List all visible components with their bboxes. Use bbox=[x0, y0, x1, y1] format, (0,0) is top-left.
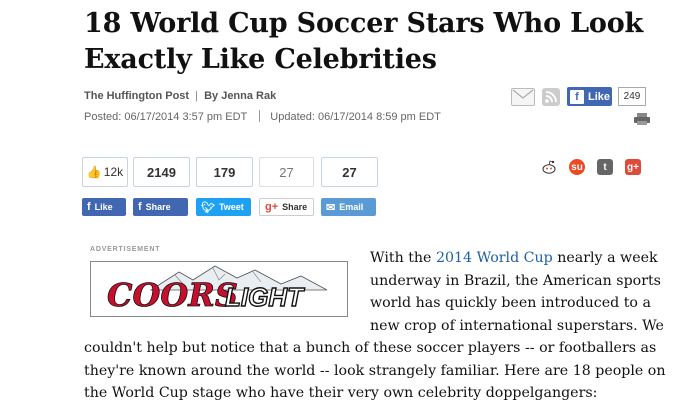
post-dates: Posted: 06/17/2014 3:57 pm EDT Updated: 0… bbox=[84, 110, 441, 123]
article-text-a: With the bbox=[370, 250, 436, 266]
date-divider bbox=[259, 110, 261, 122]
posted-date: Posted: 06/17/2014 3:57 pm EDT bbox=[84, 111, 248, 123]
stumbleupon-icon[interactable]: su bbox=[569, 159, 585, 175]
facebook-count: 12k bbox=[103, 165, 124, 179]
tweet-label: Tweet bbox=[218, 202, 244, 212]
world-cup-link[interactable]: 2014 World Cup bbox=[436, 250, 553, 266]
page-title: 18 World Cup Soccer Stars Who Look Exact… bbox=[84, 8, 644, 75]
article-body: With the 2014 World Cup nearly a week un… bbox=[84, 247, 678, 405]
facebook-count-box: 👍 12k bbox=[82, 157, 128, 187]
byline: The Huffington Post | By Jenna Rak bbox=[84, 90, 276, 102]
ad-float-spacer bbox=[84, 247, 370, 315]
tweet-button[interactable]: 🐦︎ Tweet bbox=[196, 198, 251, 216]
facebook-like-share-button[interactable]: f Like bbox=[82, 198, 126, 216]
updated-date: Updated: 06/17/2014 8:59 pm EDT bbox=[270, 111, 441, 123]
print-icon[interactable] bbox=[634, 112, 650, 125]
google-count-box: 27 bbox=[259, 157, 314, 187]
tweet-count-box: 179 bbox=[196, 157, 253, 187]
share-count-box: 2149 bbox=[133, 157, 190, 187]
facebook-icon: f bbox=[87, 201, 91, 213]
email-count-box: 27 bbox=[321, 157, 378, 187]
tumblr-icon[interactable]: t bbox=[597, 159, 613, 175]
facebook-share-button[interactable]: f Share bbox=[133, 198, 188, 216]
like-label: Like bbox=[94, 202, 113, 212]
facebook-like-count: 249 bbox=[618, 87, 646, 106]
share-label: Share bbox=[145, 202, 171, 212]
rss-icon[interactable] bbox=[542, 88, 560, 106]
facebook-icon: f bbox=[138, 201, 142, 213]
google-share-label: Share bbox=[282, 202, 308, 212]
email-label: Email bbox=[339, 202, 364, 212]
google-plus-icon[interactable]: g+ bbox=[625, 159, 641, 175]
facebook-like-label: Like bbox=[588, 90, 611, 103]
twitter-icon: 🐦︎ bbox=[201, 201, 215, 214]
byline-separator: | bbox=[195, 90, 199, 102]
facebook-icon: f bbox=[570, 89, 584, 104]
reddit-icon[interactable] bbox=[541, 159, 557, 175]
google-plus-icon: g+ bbox=[265, 201, 279, 213]
envelope-icon: ✉ bbox=[326, 201, 336, 214]
author-name[interactable]: By Jenna Rak bbox=[204, 90, 276, 102]
thumbs-up-icon: 👍 bbox=[86, 165, 102, 179]
google-share-button[interactable]: g+ Share bbox=[259, 198, 314, 216]
source-name[interactable]: The Huffington Post bbox=[84, 90, 189, 102]
facebook-like-button[interactable]: f Like bbox=[567, 87, 612, 106]
email-share-button[interactable]: ✉ Email bbox=[321, 198, 376, 216]
email-icon[interactable] bbox=[511, 88, 535, 106]
